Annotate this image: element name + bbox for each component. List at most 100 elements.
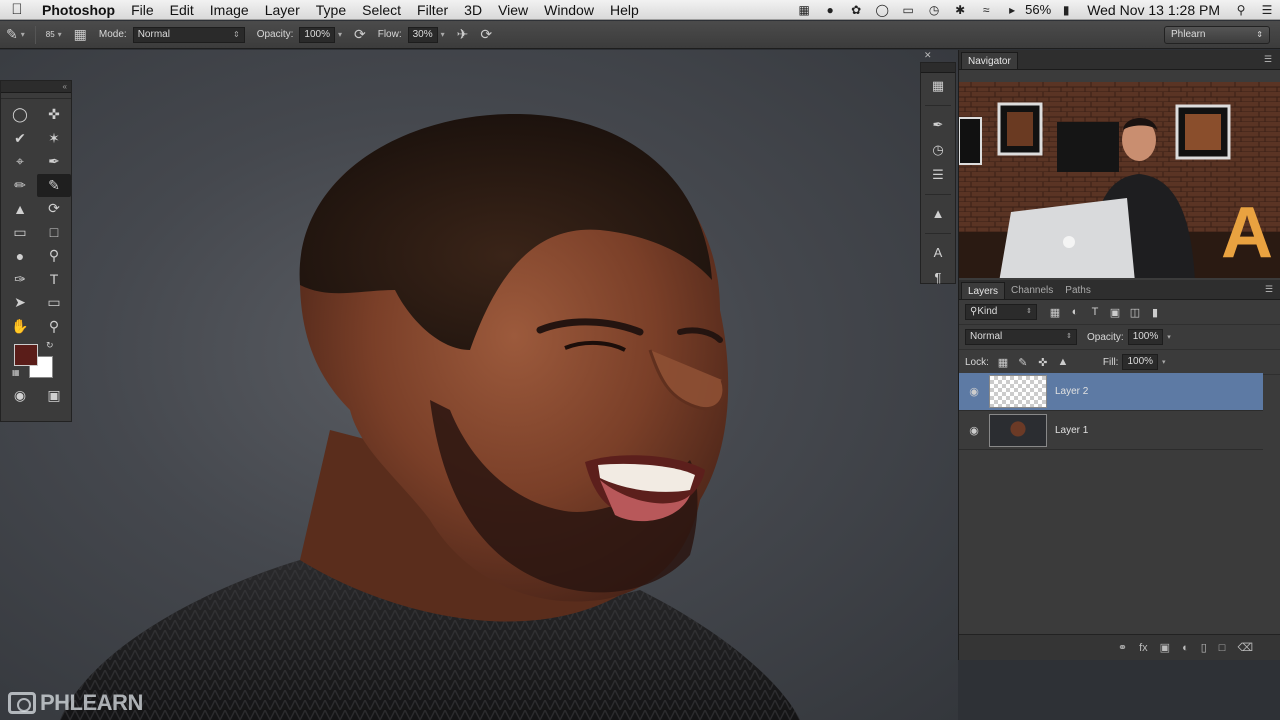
brush-presets-icon[interactable]: ☰ xyxy=(921,162,955,187)
visibility-eye-icon[interactable]: ◉ xyxy=(959,424,989,437)
dodge-tool-icon[interactable]: ⚲ xyxy=(37,244,71,268)
menubar-clock[interactable]: Wed Nov 13 1:28 PM xyxy=(1079,2,1228,18)
lock-all-icon[interactable]: ▲ xyxy=(1053,356,1073,368)
filter-adjustment-icon[interactable]: ◐ xyxy=(1065,306,1085,318)
menu-file[interactable]: File xyxy=(123,2,162,18)
lock-position-icon[interactable]: ✜ xyxy=(1033,356,1053,369)
menu-image[interactable]: Image xyxy=(202,2,257,18)
pressure-size-toggle[interactable]: ⟳ xyxy=(474,21,498,49)
tab-channels[interactable]: Channels xyxy=(1005,282,1059,299)
crop-tool-icon[interactable]: ⌖ xyxy=(3,150,37,174)
pen-tool-icon[interactable]: ✑ xyxy=(3,268,37,292)
tab-paths[interactable]: Paths xyxy=(1059,282,1097,299)
delete-layer-icon[interactable]: ⌫ xyxy=(1237,641,1253,654)
histogram-icon[interactable]: ▦ xyxy=(921,73,955,98)
opacity-input[interactable]: 100% xyxy=(299,26,335,43)
default-colors-icon[interactable]: ▦ xyxy=(12,368,20,377)
filter-kind-select[interactable]: ⚲Kind ⇕ xyxy=(965,304,1037,320)
lasso-tool-icon[interactable]: ✔ xyxy=(3,127,37,151)
airbrush-toggle[interactable]: ✈ xyxy=(451,21,475,49)
navigator-preview[interactable]: A xyxy=(959,82,1280,278)
visibility-eye-icon[interactable]: ◉ xyxy=(959,385,989,398)
tab-navigator[interactable]: Navigator xyxy=(961,52,1018,69)
lock-transparent-icon[interactable]: ▦ xyxy=(993,356,1013,369)
menu-view[interactable]: View xyxy=(490,2,536,18)
link-layers-icon[interactable]: ⚭ xyxy=(1118,641,1127,654)
creative-cloud-icon[interactable]: ◯ xyxy=(869,3,895,17)
menu-3d[interactable]: 3D xyxy=(456,2,490,18)
eraser-tool-icon[interactable]: ▭ xyxy=(3,221,37,245)
layer-row-layer-2[interactable]: ◉ Layer 2 xyxy=(959,373,1263,411)
shape-tool-icon[interactable]: ▭ xyxy=(37,291,71,315)
blur-tool-icon[interactable]: ● xyxy=(3,244,37,268)
history-icon[interactable]: ◷ xyxy=(921,137,955,162)
extension-icon[interactable]: ▦ xyxy=(791,3,817,17)
flow-input[interactable]: 30% xyxy=(407,26,438,43)
tab-layers[interactable]: Layers xyxy=(961,282,1006,299)
tool-preset-picker[interactable]: ✎ ▾ xyxy=(0,21,31,49)
flow-dropdown-icon[interactable]: ▾ xyxy=(441,30,445,39)
brush-preset-picker[interactable]: 85 ▾ xyxy=(40,21,68,49)
apple-icon[interactable]:  xyxy=(0,1,34,18)
swap-colors-icon[interactable]: ↻ xyxy=(46,340,54,351)
document-canvas[interactable] xyxy=(0,50,958,720)
layer-opacity-dropdown-icon[interactable]: ▾ xyxy=(1167,333,1171,341)
filter-pixel-icon[interactable]: ▦ xyxy=(1045,306,1065,319)
add-mask-icon[interactable]: ▣ xyxy=(1160,641,1170,654)
quick-mask-icon[interactable]: ◉ xyxy=(3,384,37,408)
opacity-dropdown-icon[interactable]: ▾ xyxy=(338,30,342,39)
history-brush-tool-icon[interactable]: ⟳ xyxy=(37,197,71,221)
spotlight-icon[interactable]: ⚲ xyxy=(1228,3,1254,17)
tool-presets-icon[interactable]: ✒ xyxy=(921,112,955,137)
menu-layer[interactable]: Layer xyxy=(257,2,308,18)
layer-row-layer-1[interactable]: ◉ Layer 1 xyxy=(959,412,1263,450)
menu-window[interactable]: Window xyxy=(536,2,602,18)
menu-filter[interactable]: Filter xyxy=(409,2,456,18)
clone-stamp-tool-icon[interactable]: ▲ xyxy=(3,197,37,221)
brush-panel-toggle[interactable]: ▦ xyxy=(68,21,93,49)
panel-menu-icon[interactable]: ☰ xyxy=(1264,54,1272,65)
type-tool-icon[interactable]: T xyxy=(37,268,71,292)
menu-select[interactable]: Select xyxy=(354,2,409,18)
filter-shape-icon[interactable]: ▣ xyxy=(1105,306,1125,319)
lock-image-icon[interactable]: ✎ xyxy=(1013,356,1033,369)
filter-toggle-icon[interactable]: ▮ xyxy=(1145,306,1165,319)
close-icon[interactable]: ✕ xyxy=(924,50,932,62)
filter-type-icon[interactable]: T xyxy=(1085,306,1105,318)
path-selection-tool-icon[interactable]: ➤ xyxy=(3,291,37,315)
screen-mode-icon[interactable]: ▣ xyxy=(37,384,71,408)
new-layer-icon[interactable]: □ xyxy=(1219,642,1226,654)
magic-wand-tool-icon[interactable]: ✶ xyxy=(37,127,71,151)
brush-tool-icon[interactable]: ✎ xyxy=(37,173,71,197)
adjustment-layer-icon[interactable]: ◐ xyxy=(1182,642,1189,654)
display-icon[interactable]: ▭ xyxy=(895,3,921,17)
time-machine-icon[interactable]: ◷ xyxy=(921,3,947,17)
battery-icon[interactable]: ▮ xyxy=(1053,3,1079,17)
character-icon[interactable]: A xyxy=(921,240,955,265)
pressure-opacity-toggle[interactable]: ⟳ xyxy=(348,21,372,49)
volume-icon[interactable]: ▸ xyxy=(999,3,1025,17)
workspace-switcher[interactable]: Phlearn ⇕ xyxy=(1164,25,1270,44)
panel-menu-icon[interactable]: ☰ xyxy=(1265,284,1273,295)
mode-select[interactable]: Normal ⇕ xyxy=(132,26,245,43)
foreground-color-swatch[interactable] xyxy=(14,344,38,366)
layer-opacity-input[interactable]: 100% xyxy=(1127,329,1164,345)
healing-brush-tool-icon[interactable]: ✏ xyxy=(3,174,37,198)
move-tool-icon[interactable]: ✜ xyxy=(37,103,71,127)
marquee-tool-icon[interactable]: ◯ xyxy=(3,103,37,127)
zoom-tool-icon[interactable]: ⚲ xyxy=(37,315,71,339)
bluetooth-icon[interactable]: ✱ xyxy=(947,3,973,17)
leaf-icon[interactable]: ✿ xyxy=(843,3,869,17)
eyedropper-tool-icon[interactable]: ✒ xyxy=(37,150,71,174)
tools-panel-header[interactable]: « xyxy=(1,81,71,93)
menu-edit[interactable]: Edit xyxy=(162,2,202,18)
fill-input[interactable]: 100% xyxy=(1122,354,1159,370)
gradient-tool-icon[interactable]: □ xyxy=(37,221,71,245)
notification-center-icon[interactable]: ☰ xyxy=(1254,3,1280,17)
clone-source-icon[interactable]: ▲ xyxy=(921,201,955,226)
hand-tool-icon[interactable]: ✋ xyxy=(3,315,37,339)
menu-help[interactable]: Help xyxy=(602,2,647,18)
new-group-icon[interactable]: ▯ xyxy=(1201,641,1207,654)
blend-mode-select[interactable]: Normal ⇕ xyxy=(965,329,1077,345)
filter-smart-object-icon[interactable]: ◫ xyxy=(1125,306,1145,319)
